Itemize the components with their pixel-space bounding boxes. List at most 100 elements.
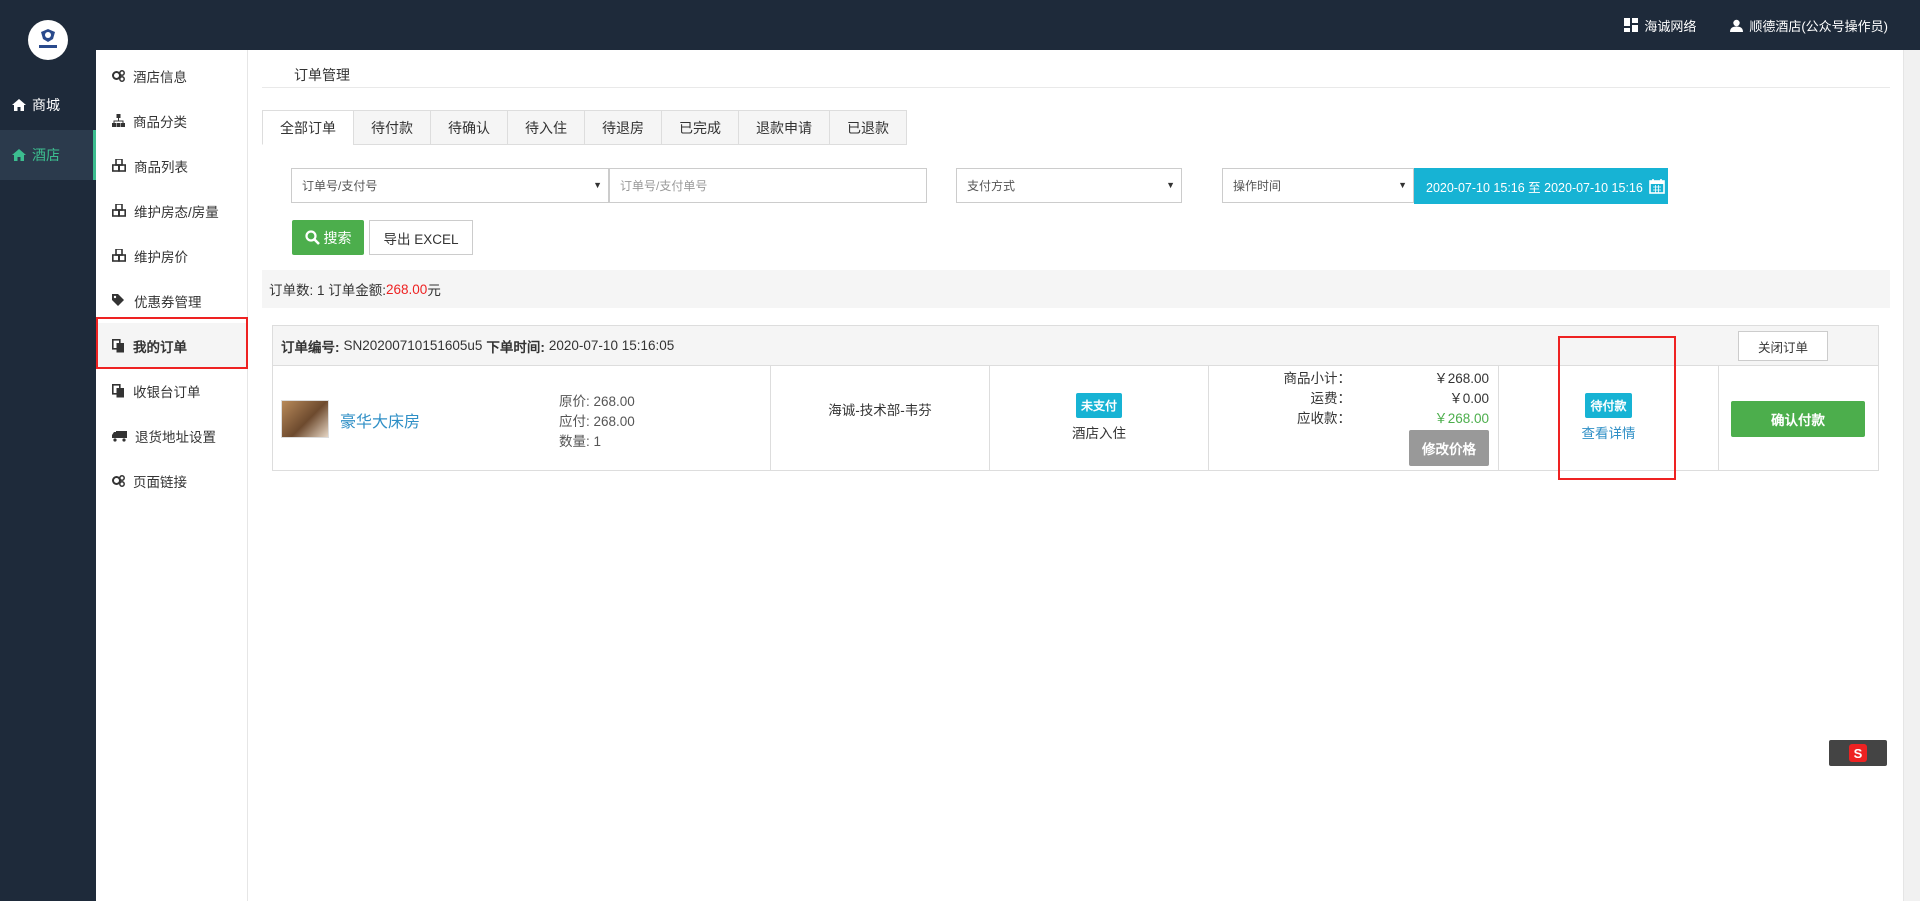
highlight-status-area: [1558, 336, 1676, 480]
tab-refund-requests[interactable]: 退款申请: [738, 110, 829, 145]
order-number-input[interactable]: 订单号/支付单号: [609, 168, 927, 203]
subtotal-value: ￥268.00: [1434, 371, 1489, 386]
tab-pending-checkin[interactable]: 待入住: [507, 110, 584, 145]
divider: [262, 87, 1890, 88]
subnav-item-label: 维护房价: [134, 249, 188, 265]
network-label: 海诚网络: [1644, 18, 1697, 34]
network-menu[interactable]: 海诚网络: [1624, 16, 1696, 35]
time-type-value: 操作时间: [1233, 179, 1282, 193]
tab-pending-confirm[interactable]: 待确认: [430, 110, 507, 145]
subnav-item-return-address[interactable]: 退货地址设置: [96, 413, 248, 458]
page-title: 订单管理: [294, 67, 350, 83]
user-menu[interactable]: 顺德酒店(公众号操作员): [1730, 16, 1888, 35]
close-order-button[interactable]: 关闭订单: [1738, 331, 1828, 361]
cubes-icon: [112, 204, 126, 217]
export-excel-button[interactable]: 导出 EXCEL: [369, 220, 473, 255]
summary-prefix: 订单数: 1 订单金额:: [269, 283, 387, 298]
tab-refunded[interactable]: 已退款: [829, 110, 907, 145]
cubes-icon: [112, 159, 126, 172]
subnav-item-hotel-info[interactable]: 酒店信息: [96, 53, 248, 98]
calendar-icon: [1649, 179, 1665, 194]
primary-sidebar: 商城 酒店: [0, 0, 96, 901]
chevron-down-icon: ▼: [1398, 180, 1407, 190]
home-icon: [12, 99, 26, 111]
time-type-select[interactable]: 操作时间 ▼: [1222, 168, 1414, 203]
secondary-sidebar: 酒店信息 商品分类 商品列表 维护房态/房量 维护房价 优惠券管理 我的订单 收…: [96, 50, 248, 901]
nav-item-hotel-label: 酒店: [32, 147, 60, 163]
vertical-scrollbar[interactable]: [1903, 50, 1920, 901]
user-label: 顺德酒店(公众号操作员): [1749, 18, 1888, 34]
user-icon: [1730, 19, 1744, 32]
amount-values: ￥268.00 ￥0.00 ￥268.00: [1389, 369, 1489, 429]
amount-cell: 商品小计： 运费： 应收款： ￥268.00 ￥0.00 ￥268.00 修改价…: [1209, 366, 1499, 470]
confirm-cell: 确认付款: [1719, 366, 1878, 470]
tab-completed[interactable]: 已完成: [661, 110, 738, 145]
summary-amount: 268.00: [386, 281, 428, 297]
order-number-label: 订单编号:: [281, 339, 340, 355]
order-summary: 订单数: 1 订单金额: 268.00 元: [262, 270, 1890, 308]
ime-toolbar[interactable]: S: [1829, 740, 1887, 766]
order-time-label: 下单时间:: [486, 339, 545, 355]
subnav-item-page-links[interactable]: 页面链接: [96, 458, 248, 503]
truck-icon: [112, 430, 127, 442]
summary-suffix: 元: [427, 283, 441, 298]
subnav-item-product-list[interactable]: 商品列表: [96, 143, 248, 188]
order-number-placeholder: 订单号/支付单号: [620, 179, 708, 193]
subtotal-label: 商品小计：: [1283, 371, 1352, 386]
tab-pending-payment[interactable]: 待付款: [353, 110, 430, 145]
top-right-menu: 海诚网络 顺德酒店(公众号操作员): [1624, 0, 1888, 50]
home-icon: [12, 149, 26, 161]
logo-icon: [39, 29, 57, 48]
chevron-down-icon: ▼: [1166, 180, 1175, 190]
search-button-label: 搜索: [323, 229, 352, 246]
date-range-picker[interactable]: 2020-07-10 15:16 至 2020-07-10 15:16: [1414, 168, 1668, 204]
subnav-item-label: 退货地址设置: [135, 429, 216, 445]
subnav-item-categories[interactable]: 商品分类: [96, 98, 248, 143]
subnav-item-label: 收银台订单: [133, 384, 201, 400]
order-type-select[interactable]: 订单号/支付号 ▼: [291, 168, 609, 203]
subnav-item-cashier-orders[interactable]: 收银台订单: [96, 368, 248, 413]
modify-price-button[interactable]: 修改价格: [1409, 430, 1489, 466]
top-bar: 海诚网络 顺德酒店(公众号操作员): [0, 0, 1920, 50]
subnav-item-label: 优惠券管理: [134, 294, 202, 310]
cubes-icon: [112, 249, 126, 262]
customer-name: 海诚-技术部-韦芬: [828, 403, 932, 418]
tags-icon: [112, 294, 124, 306]
search-icon: [304, 230, 320, 245]
product-thumbnail[interactable]: [281, 400, 329, 438]
payable-price: 应付: 268.00: [559, 414, 635, 429]
highlight-my-orders: [96, 317, 248, 369]
tab-pending-checkout[interactable]: 待退房: [584, 110, 661, 145]
subnav-item-room-status[interactable]: 维护房态/房量: [96, 188, 248, 233]
amount-labels: 商品小计： 运费： 应收款：: [1271, 369, 1352, 429]
payment-method-value: 支付方式: [967, 179, 1016, 193]
copy-icon: [112, 383, 124, 397]
pay-status-badge: 未支付: [1075, 393, 1122, 418]
nav-item-mall[interactable]: 商城: [0, 80, 96, 130]
subnav-item-label: 酒店信息: [133, 69, 187, 85]
confirm-payment-button[interactable]: 确认付款: [1731, 401, 1865, 437]
subnav-item-label: 维护房态/房量: [134, 204, 219, 220]
product-cell: 豪华大床房 原价: 268.00 应付: 268.00 数量: 1: [273, 366, 771, 470]
nav-item-hotel[interactable]: 酒店: [0, 130, 96, 180]
date-range-value: 2020-07-10 15:16 至 2020-07-10 15:16: [1426, 180, 1643, 195]
payment-method-select[interactable]: 支付方式 ▼: [956, 168, 1182, 203]
order-time: 2020-07-10 15:16:05: [548, 338, 675, 353]
order-type-select-value: 订单号/支付号: [302, 179, 378, 193]
receivable-label: 应收款：: [1297, 411, 1351, 426]
customer-cell: 海诚-技术部-韦芬: [771, 366, 990, 470]
nav-item-mall-label: 商城: [32, 97, 60, 113]
quantity: 数量: 1: [559, 434, 602, 449]
subnav-item-room-price[interactable]: 维护房价: [96, 233, 248, 278]
sitemap-icon: [112, 114, 125, 127]
shipping-label: 运费：: [1310, 391, 1352, 406]
subnav-item-label: 商品列表: [134, 159, 188, 175]
product-name-link[interactable]: 豪华大床房: [340, 408, 420, 432]
logo[interactable]: [28, 20, 68, 60]
receivable-value: ￥268.00: [1434, 411, 1489, 426]
order-tabs: 全部订单 待付款 待确认 待入住 待退房 已完成 退款申请 已退款: [262, 110, 907, 145]
tab-all-orders[interactable]: 全部订单: [262, 110, 353, 145]
search-button[interactable]: 搜索: [292, 220, 364, 255]
gears-icon: [112, 70, 125, 82]
subnav-item-label: 页面链接: [133, 474, 187, 490]
